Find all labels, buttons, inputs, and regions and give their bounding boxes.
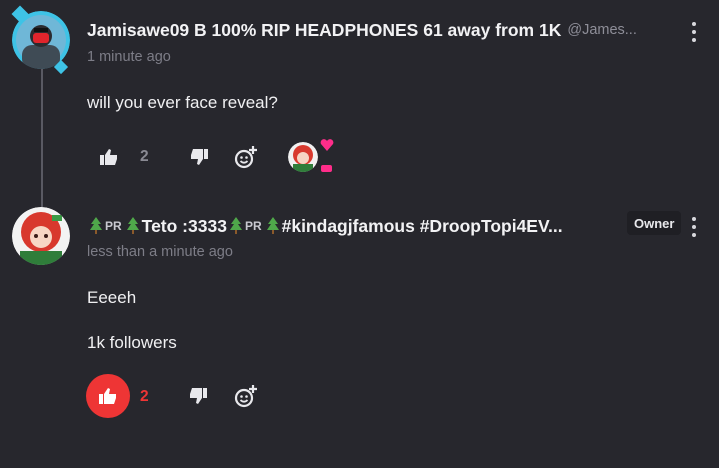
christmas-tree-icon: [126, 217, 139, 234]
avatar[interactable]: [12, 207, 70, 265]
more-options-icon[interactable]: [689, 22, 699, 42]
comment-header: Jamisawe09 B 100% RIP HEADPHONES 61 away…: [87, 18, 637, 42]
username[interactable]: Teto :3333: [142, 216, 227, 237]
more-options-icon[interactable]: [689, 217, 699, 237]
timestamp: 1 minute ago: [87, 49, 171, 65]
like-count: 2: [140, 388, 149, 405]
timestamp: less than a minute ago: [87, 244, 233, 260]
thumbs-up-icon: [99, 388, 116, 404]
like-button[interactable]: [99, 147, 119, 167]
like-count: 2: [140, 148, 149, 165]
pr-tag: PR: [244, 219, 262, 233]
creator-heart-avatar: [288, 142, 318, 172]
like-button[interactable]: [86, 374, 130, 418]
comment-text-line: Eeeeh: [87, 288, 137, 307]
add-reaction-icon: [234, 146, 257, 169]
add-reaction-icon: [234, 385, 257, 408]
dislike-button[interactable]: [188, 386, 208, 406]
thread-line: [41, 68, 43, 208]
comment-text-line: 1k followers: [87, 333, 177, 352]
heart-icon: [320, 138, 334, 151]
dislike-button[interactable]: [189, 147, 209, 167]
christmas-tree-icon: [90, 217, 102, 234]
thumbs-down-icon: [191, 149, 208, 165]
user-handle[interactable]: @James...: [567, 22, 637, 38]
pr-tag: PR: [105, 219, 122, 233]
thumbs-up-icon: [100, 149, 117, 165]
username[interactable]: Jamisawe09 B 100% RIP HEADPHONES 61 away…: [87, 20, 561, 41]
christmas-tree-icon: [266, 217, 279, 234]
thumbs-down-icon: [190, 388, 207, 404]
add-reaction-button[interactable]: [234, 145, 258, 169]
username-suffix[interactable]: #kindagjfamous #DroopTopi4EV...: [282, 216, 563, 237]
comment-header: PR Teto :3333 PR #kindagjfamous #DroopTo…: [87, 214, 563, 238]
owner-badge: Owner: [627, 211, 682, 235]
comment-text: will you ever face reveal?: [87, 93, 278, 112]
heart-badge-icon: [321, 165, 332, 172]
christmas-tree-icon: [229, 217, 242, 234]
add-reaction-button[interactable]: [234, 384, 258, 408]
